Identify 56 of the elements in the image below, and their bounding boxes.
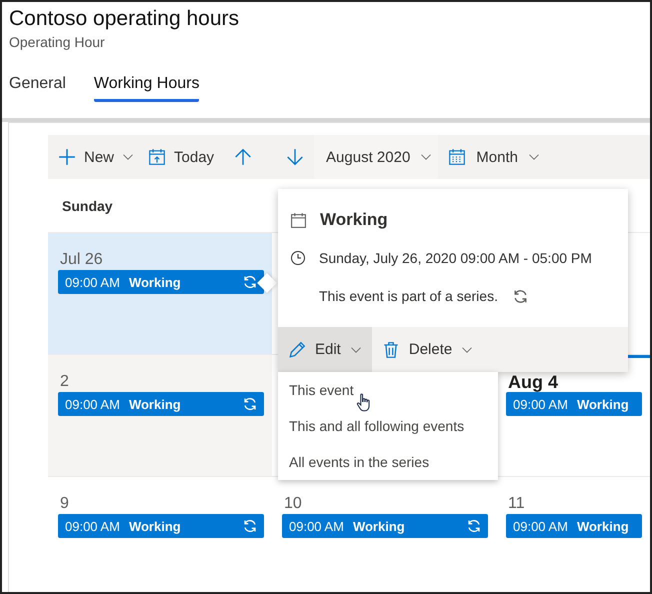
clock-icon [290,250,306,266]
calendar-grid-icon [448,148,466,166]
event-time: 09:00 AM [65,518,120,534]
calendar-icon [290,212,307,228]
down-arrow-icon [286,148,304,166]
event-bar[interactable]: 09:00 AM Working [506,392,642,416]
edit-button[interactable]: Edit [278,327,372,372]
date-label: 11 [507,494,526,514]
event-time: 09:00 AM [65,396,120,412]
event-bar[interactable]: 09:00 AM Working [58,514,264,538]
pencil-icon [288,340,306,358]
event-title: Working [128,274,181,290]
page-subtitle: Operating Hour [9,33,106,52]
date-label: 10 [283,494,303,514]
date-label: 9 [59,494,70,514]
plus-icon [58,148,76,166]
new-button[interactable]: New [56,135,146,179]
view-dropdown[interactable]: Month [438,135,552,179]
event-time: 09:00 AM [513,396,568,412]
tab[interactable]: Working Hours [94,74,200,102]
event-title: Working [128,396,181,412]
series-note: This event is part of a series. [319,288,498,304]
event-time-range: Sunday, July 26, 2020 09:00 AM - 05:00 PM [319,250,592,266]
trash-icon [382,340,400,358]
date-label: 2 [59,372,70,392]
event-time: 09:00 AM [65,274,120,290]
hand-cursor-icon [354,391,372,413]
delete-button[interactable]: Delete [372,327,484,372]
calendar-icon [148,148,166,166]
date-label: Jul 26 [59,250,104,270]
menu-item[interactable]: All events in the series [278,444,498,480]
day-cell[interactable]: 2 09:00 AM Working [48,355,272,476]
event-title: Working [320,210,388,230]
menu-item[interactable]: This and all following events [278,408,498,444]
day-cell[interactable]: 10 09:00 AM Working [272,477,496,592]
event-bar[interactable]: 09:00 AM Working [282,514,488,538]
event-time: 09:00 AM [513,518,568,534]
up-arrow-icon [234,148,252,166]
event-time: 09:00 AM [289,518,344,534]
recurring-icon [512,288,529,304]
event-title: Working [576,518,629,534]
day-header: Sunday [61,198,114,214]
day-cell[interactable]: 9 09:00 AM Working [48,477,272,592]
page-title: Contoso operating hours [9,6,240,32]
date-label: Aug 4 [507,372,560,392]
today-button[interactable]: Today [146,135,226,179]
menu-item[interactable]: This event [278,372,498,408]
event-title: Working [576,396,629,412]
event-title: Working [352,518,405,534]
day-cell[interactable]: 11 09:00 AM Working [496,477,650,592]
event-bar[interactable]: 09:00 AM Working [58,270,264,294]
event-title: Working [128,518,181,534]
event-bar[interactable]: 09:00 AM Working [58,392,264,416]
day-cell[interactable]: Jul 26 09:00 AM Working [48,233,272,354]
tab[interactable]: General [9,74,66,102]
event-bar[interactable]: 09:00 AM Working [506,514,642,538]
